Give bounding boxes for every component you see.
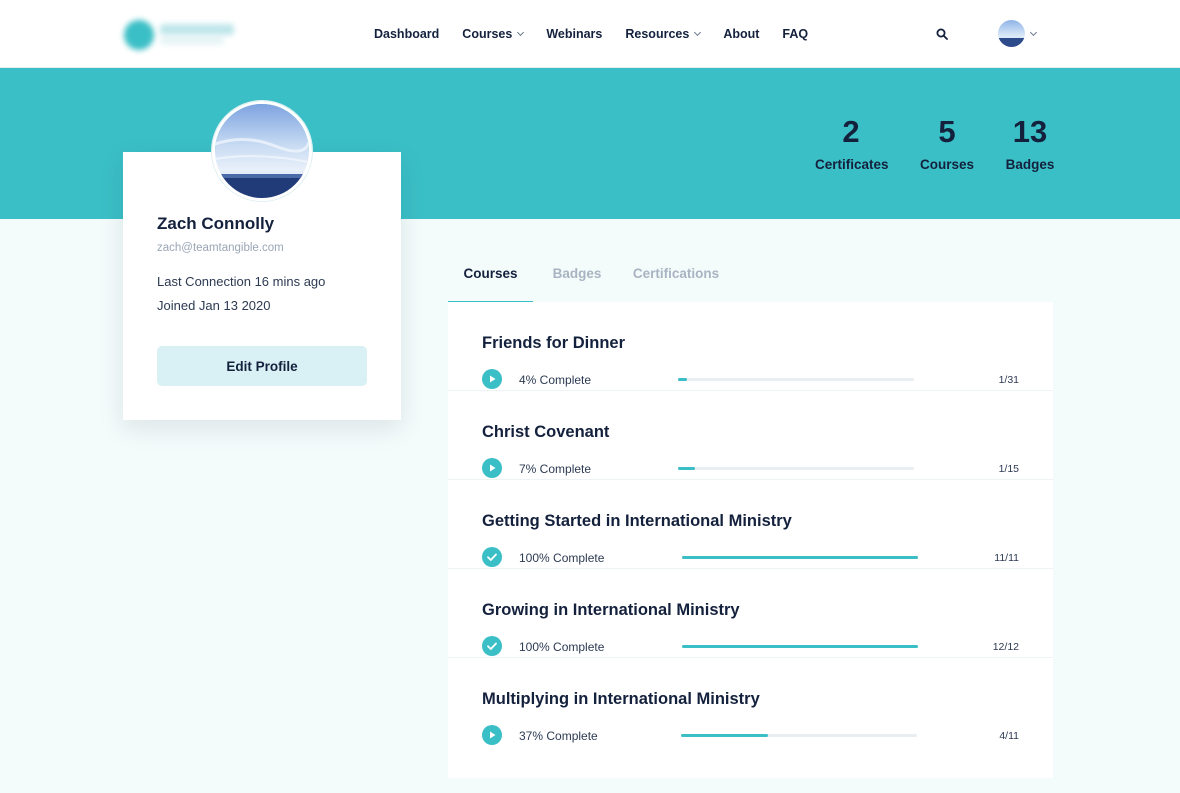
- nav-item-webinars[interactable]: Webinars: [546, 27, 602, 41]
- tab-certifications[interactable]: Certifications: [621, 262, 731, 303]
- tab-badges[interactable]: Badges: [533, 262, 621, 303]
- profile-name: Zach Connolly: [157, 214, 275, 233]
- profile-avatar: [212, 101, 312, 201]
- nav-item-resources[interactable]: Resources: [625, 27, 702, 41]
- main-nav: Dashboard Courses Webinars Resources Abo…: [374, 25, 808, 43]
- tab-courses[interactable]: Courses: [448, 262, 533, 303]
- progress-bar: [678, 467, 914, 470]
- check-icon[interactable]: [482, 547, 502, 567]
- search-icon[interactable]: [936, 27, 948, 40]
- profile-last-connection: Last Connection 16 mins ago: [157, 274, 326, 289]
- course-title[interactable]: Multiplying in International Ministry: [482, 690, 760, 709]
- course-item[interactable]: Growing in International Ministry 100% C…: [448, 569, 1053, 658]
- profile-tabs: Courses Badges Certifications: [448, 262, 731, 303]
- course-title[interactable]: Getting Started in International Ministr…: [482, 512, 792, 531]
- nav-label: FAQ: [782, 27, 809, 41]
- stat-label: Certificates: [815, 157, 889, 172]
- nav-item-faq[interactable]: FAQ: [782, 27, 808, 41]
- course-item[interactable]: Christ Covenant 7% Complete 1/15: [448, 391, 1053, 480]
- course-item[interactable]: Multiplying in International Ministry 37…: [448, 658, 1053, 747]
- logo-mark: [124, 20, 154, 50]
- chevron-down-icon[interactable]: [1029, 28, 1038, 37]
- profile-joined-date: Joined Jan 13 2020: [157, 298, 271, 313]
- nav-label: Resources: [625, 27, 690, 41]
- progress-fill: [681, 734, 769, 737]
- progress-fill: [682, 556, 918, 559]
- lesson-count: 1/31: [998, 374, 1019, 386]
- progress-bar: [682, 645, 918, 648]
- course-progress-text: 7% Complete: [519, 462, 592, 476]
- logo-tagline: [160, 38, 224, 44]
- lesson-count: 12/12: [992, 641, 1019, 653]
- stat-label: Badges: [1005, 157, 1055, 172]
- progress-fill: [678, 378, 688, 381]
- logo-wordmark: [160, 24, 234, 35]
- course-title[interactable]: Growing in International Ministry: [482, 601, 740, 620]
- lesson-count: 4/11: [999, 730, 1019, 742]
- nav-label: About: [723, 27, 760, 41]
- nav-label: Dashboard: [374, 27, 440, 41]
- user-avatar[interactable]: [998, 20, 1025, 47]
- play-icon[interactable]: [482, 369, 502, 389]
- progress-bar: [681, 734, 917, 737]
- nav-label: Courses: [462, 27, 513, 41]
- profile-email: zach@teamtangible.com: [157, 242, 284, 254]
- course-item[interactable]: Getting Started in International Ministr…: [448, 480, 1053, 569]
- play-icon[interactable]: [482, 458, 502, 478]
- chevron-down-icon: [694, 28, 702, 37]
- course-title[interactable]: Friends for Dinner: [482, 334, 625, 353]
- stat-courses: 5 Courses: [919, 112, 975, 174]
- progress-fill: [678, 467, 695, 470]
- course-title[interactable]: Christ Covenant: [482, 423, 609, 442]
- stat-value: 5: [938, 114, 956, 149]
- play-icon[interactable]: [482, 725, 502, 745]
- course-progress-text: 4% Complete: [519, 373, 592, 387]
- course-progress-text: 100% Complete: [519, 551, 605, 565]
- stat-value: 2: [842, 114, 860, 149]
- course-list: Friends for Dinner 4% Complete 1/31 Chri…: [448, 302, 1053, 778]
- chevron-down-icon: [517, 28, 525, 37]
- nav-item-about[interactable]: About: [723, 27, 759, 41]
- nav-item-courses[interactable]: Courses: [462, 27, 525, 41]
- nav-label: Webinars: [546, 27, 603, 41]
- course-progress-text: 37% Complete: [519, 729, 598, 743]
- stat-badges: 13 Badges: [1004, 112, 1056, 174]
- lesson-count: 1/15: [998, 463, 1019, 475]
- progress-bar: [678, 378, 914, 381]
- stat-certificates: 2 Certificates: [815, 112, 889, 174]
- course-progress-text: 100% Complete: [519, 640, 605, 654]
- site-logo[interactable]: [124, 18, 236, 50]
- top-navigation-bar: Dashboard Courses Webinars Resources Abo…: [0, 0, 1180, 68]
- progress-bar: [682, 556, 918, 559]
- edit-profile-button[interactable]: Edit Profile: [157, 346, 367, 386]
- stat-value: 13: [1012, 114, 1048, 149]
- course-item[interactable]: Friends for Dinner 4% Complete 1/31: [448, 302, 1053, 391]
- stat-label: Courses: [919, 157, 975, 172]
- lesson-count: 11/11: [994, 552, 1019, 564]
- progress-fill: [682, 645, 918, 648]
- check-icon[interactable]: [482, 636, 502, 656]
- nav-item-dashboard[interactable]: Dashboard: [374, 27, 439, 41]
